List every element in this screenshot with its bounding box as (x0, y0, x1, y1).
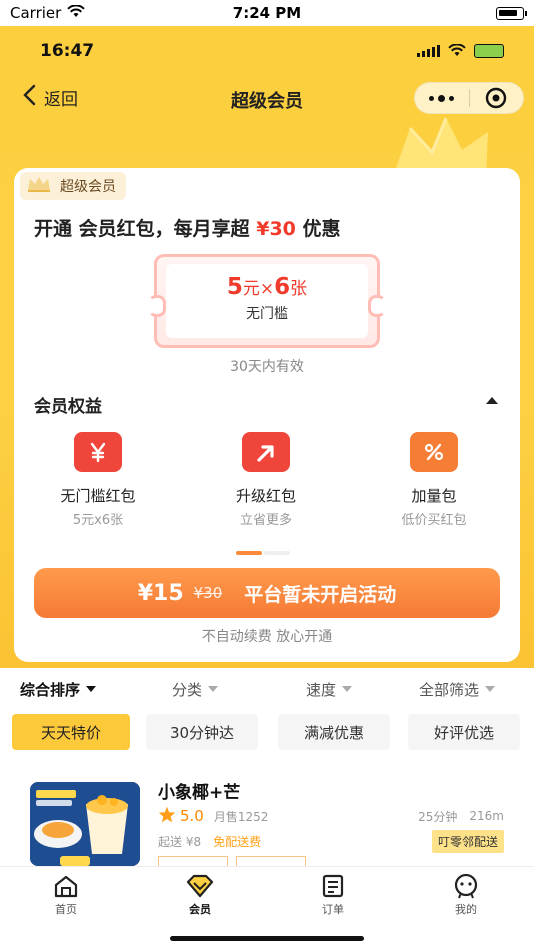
headline-amount: ¥30 (256, 218, 296, 240)
tab-label: 会员 (189, 903, 211, 916)
percent-coupon-icon (410, 432, 458, 472)
shop-rating: 5.0 (180, 807, 204, 825)
benefits-list: 无门槛红包 5元x6张 升级红包 立省更多 加量包 低价买红包 (14, 432, 520, 528)
crown-icon (26, 175, 52, 197)
tab-label: 首页 (55, 903, 77, 916)
tab-orders[interactable]: 订单 (293, 873, 373, 917)
voucher-coupon: 5元×6张 无门槛 (148, 254, 386, 348)
benefit-label: 升级红包 (235, 487, 296, 505)
dropdown-caret-icon (86, 686, 97, 692)
delivery-badge: 叮零邻配送 (431, 830, 504, 853)
benefit-sub: 立省更多 (239, 513, 292, 528)
validity-note: 30天内有效 (230, 359, 304, 375)
app-status-time: 16:47 (40, 41, 95, 61)
ios-time: 7:24 PM (232, 4, 302, 22)
open-membership-button[interactable]: ¥15 ¥30 平台暂未开启活动 (34, 568, 500, 618)
tab-home[interactable]: 首页 (26, 873, 106, 917)
upgrade-arrow-icon (242, 432, 290, 472)
home-indicator (170, 936, 364, 941)
chip-daily-deals[interactable]: 天天特价 (12, 714, 130, 750)
benefit-item[interactable]: 升级红包 立省更多 (182, 432, 350, 528)
offer-headline: 开通 会员红包，每月享超 ¥30 优惠 (34, 214, 341, 241)
quick-filter-chips: 天天特价 30分钟达 满减优惠 好评优选 (0, 714, 534, 752)
profile-face-icon (426, 873, 506, 899)
ios-status-bar: Carrier 7:24 PM (0, 0, 534, 26)
headline-text: 开通 会员红包，每月享超 (34, 218, 257, 240)
benefit-sub: 低价买红包 (401, 513, 467, 528)
shop-image (30, 782, 140, 866)
benefit-label: 无门槛红包 (60, 487, 136, 505)
battery-icon (496, 6, 527, 20)
charging-battery-icon (474, 44, 504, 58)
tab-profile[interactable]: 我的 (426, 873, 506, 917)
app-status-bar: 16:47 (0, 26, 534, 76)
dropdown-caret-icon (485, 686, 496, 692)
coupon-unit: 元× (242, 279, 275, 299)
filter-all[interactable]: 全部筛选 (419, 679, 496, 700)
benefit-label: 加量包 (411, 487, 457, 505)
shop-name: 小象椰+芒 (158, 783, 241, 803)
carousel-indicator (236, 551, 290, 555)
chip-top-rated[interactable]: 好评优选 (408, 714, 520, 750)
sort-comprehensive[interactable]: 综合排序 (20, 679, 97, 700)
filter-label: 分类 (172, 680, 203, 699)
coupon-count: 6 (274, 274, 291, 300)
cta-note: 不自动续费 放心开通 (201, 629, 333, 645)
tag-label: 超级会员 (60, 179, 116, 195)
benefit-sub: 5元x6张 (72, 513, 124, 528)
shop-promo-tags (158, 856, 306, 866)
headline-suffix: 优惠 (295, 218, 341, 240)
benefit-item[interactable]: 加量包 低价买红包 (350, 432, 518, 528)
cellular-signal-icon (417, 45, 440, 57)
filter-category[interactable]: 分类 (172, 679, 219, 700)
shop-distance: 216m (469, 809, 504, 823)
dropdown-caret-icon (342, 686, 353, 692)
filter-label: 综合排序 (20, 680, 81, 699)
coupon-amount: 5 (226, 274, 243, 300)
sort-filter-bar: 综合排序 分类 速度 全部筛选 (0, 668, 534, 710)
tab-member[interactable]: 会员 (160, 873, 240, 917)
star-icon (158, 806, 176, 826)
collapse-caret-icon[interactable] (486, 397, 498, 404)
close-miniprogram-icon[interactable] (469, 87, 523, 109)
chip-30min[interactable]: 30分钟达 (146, 714, 258, 750)
home-icon (26, 873, 106, 899)
filter-label: 全部筛选 (419, 680, 480, 699)
free-delivery: 免配送费 (213, 835, 262, 849)
delivery-time: 25分钟 (418, 809, 458, 824)
chip-discounts[interactable]: 满减优惠 (278, 714, 390, 750)
shop-list-item[interactable]: 小象椰+芒 5.0 月售1252 25分钟 216m 起送 ¥8 免配送费 叮零… (0, 776, 534, 866)
wifi-icon (448, 42, 466, 61)
more-menu-icon[interactable] (415, 94, 469, 102)
monthly-sales: 月售1252 (213, 809, 269, 824)
super-member-tag: 超级会员 (20, 172, 126, 200)
coupon-condition: 无门槛 (246, 306, 288, 322)
filter-label: 速度 (306, 680, 337, 699)
tab-label: 我的 (455, 903, 477, 916)
benefits-title: 会员权益 (34, 397, 102, 417)
tab-label: 订单 (322, 903, 344, 916)
cta-original-price: ¥30 (193, 584, 223, 602)
filter-speed[interactable]: 速度 (306, 679, 353, 700)
diamond-icon (160, 873, 240, 899)
membership-card: 超级会员 开通 会员红包，每月享超 ¥30 优惠 5元×6张 无门槛 30天内有… (14, 168, 520, 662)
min-order: 起送 ¥8 (158, 835, 202, 849)
benefit-item[interactable]: 无门槛红包 5元x6张 (14, 432, 182, 528)
dropdown-caret-icon (208, 686, 219, 692)
order-list-icon (293, 873, 373, 899)
cta-price: ¥15 (137, 580, 184, 606)
coupon-count-unit: 张 (290, 279, 308, 299)
yen-voucher-icon (74, 432, 122, 472)
cta-label: 平台暂未开启活动 (244, 583, 397, 606)
